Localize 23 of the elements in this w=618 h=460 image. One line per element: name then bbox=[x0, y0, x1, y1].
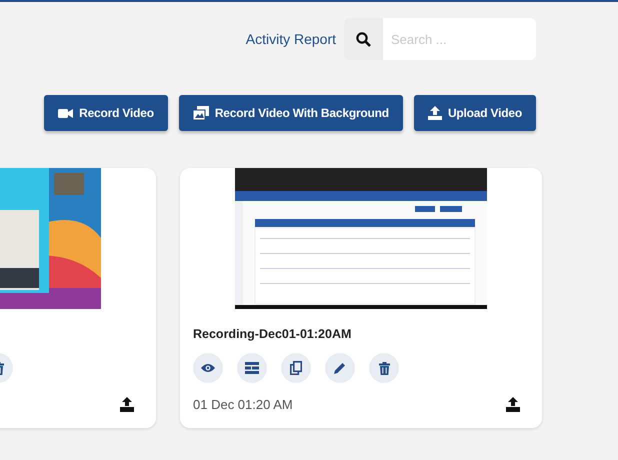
copy-icon bbox=[290, 361, 302, 375]
upload-video-button[interactable]: Upload Video bbox=[414, 95, 536, 131]
copy-button[interactable] bbox=[281, 353, 311, 383]
record-video-button[interactable]: Record Video bbox=[44, 95, 168, 131]
recording-title: Recording-Dec01-01:20AM bbox=[193, 327, 352, 341]
list-icon bbox=[245, 362, 259, 374]
delete-button[interactable] bbox=[369, 353, 399, 383]
video-camera-icon bbox=[58, 108, 74, 118]
recording-date: 01 Dec 01:20 AM bbox=[193, 397, 293, 412]
activity-report-link[interactable]: Activity Report bbox=[246, 31, 336, 47]
upload-icon[interactable] bbox=[119, 397, 135, 412]
pencil-icon bbox=[334, 362, 346, 374]
eye-icon bbox=[201, 363, 215, 373]
search-button[interactable] bbox=[344, 18, 383, 60]
trash-icon bbox=[378, 362, 390, 374]
details-button[interactable] bbox=[237, 353, 267, 383]
edit-button[interactable] bbox=[325, 353, 355, 383]
upload-icon bbox=[428, 106, 442, 120]
upload-icon[interactable] bbox=[505, 397, 521, 412]
images-icon bbox=[192, 106, 209, 120]
view-button[interactable] bbox=[193, 353, 223, 383]
search-icon bbox=[356, 32, 371, 46]
record-video-button[interactable]: Record Video With Background bbox=[178, 95, 403, 131]
